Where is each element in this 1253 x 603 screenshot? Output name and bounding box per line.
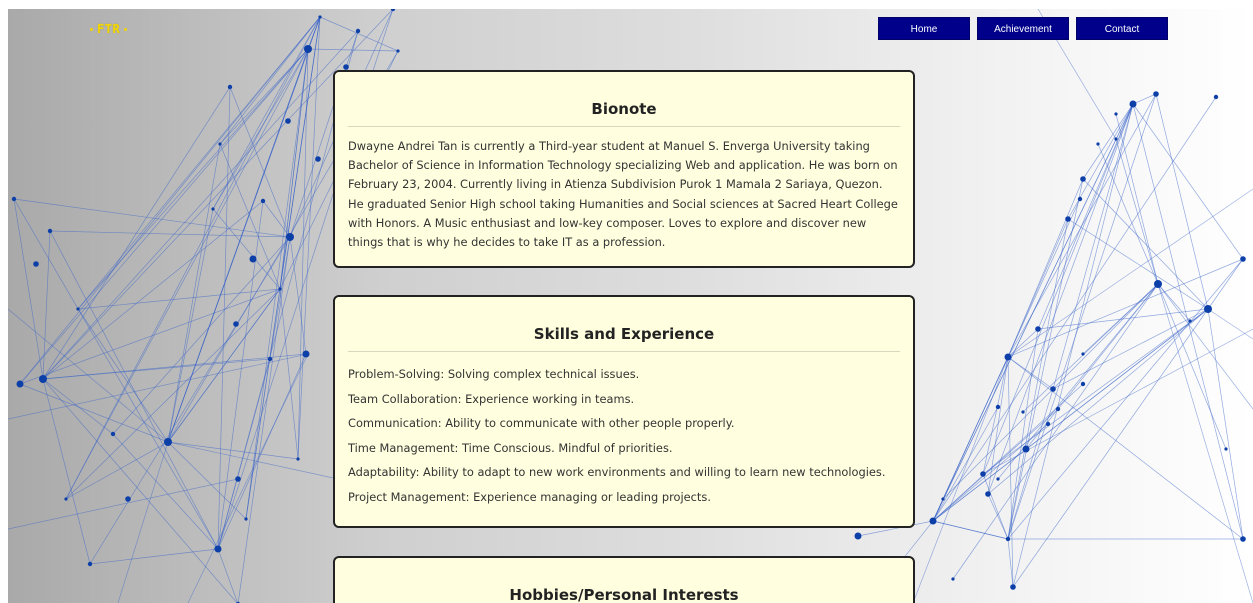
skill-item: Problem-Solving: Solving complex technic…: [348, 367, 640, 381]
site-logo[interactable]: FTR: [90, 18, 128, 40]
skill-item: Project Management: Experience managing …: [348, 489, 711, 504]
hobbies-card: Hobbies/Personal Interests: [333, 556, 915, 603]
hobbies-title: Hobbies/Personal Interests: [348, 558, 900, 603]
logo-text: FTR: [97, 22, 121, 36]
skill-item: Adaptability: Ability to adapt to new wo…: [348, 465, 886, 479]
page-background: FTR Home Achievement Contact Bionote Dwa…: [8, 9, 1253, 603]
bionote-card: Bionote Dwayne Andrei Tan is currently a…: [333, 70, 915, 268]
skill-item: Communication: Ability to communicate wi…: [348, 416, 735, 430]
skill-item: Time Management: Time Conscious. Mindful…: [348, 440, 673, 455]
skills-list: Problem-Solving: Solving complex technic…: [348, 362, 900, 509]
main-nav: Home Achievement Contact: [878, 17, 1168, 40]
bionote-title: Bionote: [348, 72, 900, 127]
nav-home-button[interactable]: Home: [878, 17, 970, 40]
skills-title: Skills and Experience: [348, 297, 900, 352]
skill-item: Team Collaboration: Experience working i…: [348, 391, 635, 406]
nav-achievement-button[interactable]: Achievement: [977, 17, 1069, 40]
bionote-text: Dwayne Andrei Tan is currently a Third-y…: [348, 139, 898, 250]
logo-dot-left: [90, 27, 93, 31]
skills-card: Skills and Experience Problem-Solving: S…: [333, 295, 915, 528]
logo-dot-right: [124, 27, 128, 31]
nav-contact-button[interactable]: Contact: [1076, 17, 1168, 40]
